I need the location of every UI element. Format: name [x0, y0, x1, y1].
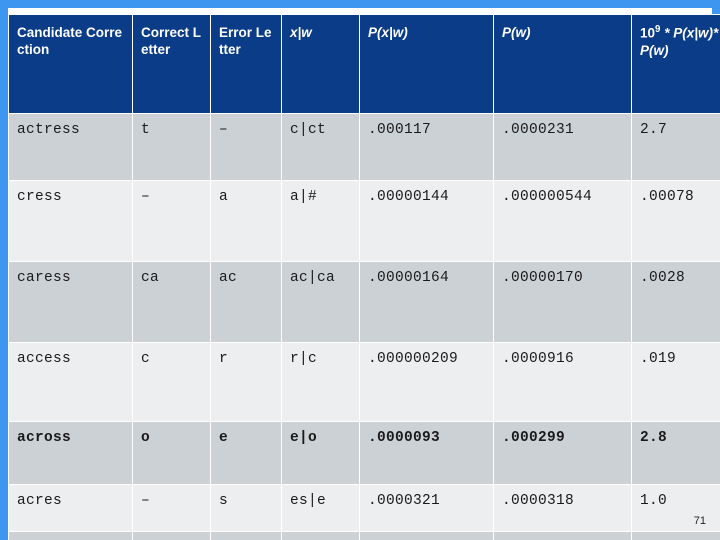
- cell-p-x-given-w: .000000209: [360, 343, 493, 421]
- cell-error-letter: a: [211, 181, 281, 261]
- column-header-p-w: P(w): [494, 15, 631, 113]
- slide: Candidate Correction Correct Letter Erro…: [0, 0, 720, 540]
- cell-scaled-product: .0028: [632, 262, 720, 342]
- cell-p-w: .0000916: [494, 343, 631, 421]
- cell-scaled-product: 2.8: [632, 422, 720, 484]
- cell-candidate: actress: [9, 114, 132, 180]
- cell-candidate: cress: [9, 181, 132, 261]
- cell-p-w: .000299: [494, 422, 631, 484]
- cell-correct-letter: –: [133, 485, 210, 531]
- cell-p-w: .0000318: [494, 485, 631, 531]
- noisy-channel-candidates-table: Candidate Correction Correct Letter Erro…: [8, 14, 720, 540]
- cell-scaled-product: 1.0: [632, 485, 720, 531]
- cell-p-x-given-w: .0000093: [360, 422, 493, 484]
- cell-correct-letter: t: [133, 114, 210, 180]
- table-row: acres – s es|e .0000321.0000318 1.0: [9, 485, 720, 531]
- page-number: 71: [693, 515, 706, 527]
- column-header-error-letter: Error Letter: [211, 15, 281, 113]
- cell-correct-letter: o: [133, 422, 210, 484]
- cell-scaled-product: .019: [632, 343, 720, 421]
- slide-border-left: [0, 0, 8, 540]
- cell-p-x-given-w: .00000144: [360, 181, 493, 261]
- column-header-correct-letter: Correct Letter: [133, 15, 210, 113]
- cell-p-x-given-w: .000117: [360, 114, 493, 180]
- column-header-p-x-given-w: P(x|w): [360, 15, 493, 113]
- cell-candidate: caress: [9, 262, 132, 342]
- cell-candidate: acres: [9, 485, 132, 531]
- cell-correct-letter: –: [133, 181, 210, 261]
- column-header-candidate-correction: Candidate Correction: [9, 15, 132, 113]
- cell-error-letter: –: [211, 114, 281, 180]
- table-row: across o e e|o .0000093.000299 2.8: [9, 422, 720, 484]
- cell-candidate: acres: [9, 532, 132, 540]
- table-header-row: Candidate Correction Correct Letter Erro…: [9, 15, 720, 113]
- cell-p-x-given-w: .0000342: [360, 532, 493, 540]
- cell-x-given-w: a|#: [282, 181, 359, 261]
- cell-correct-letter: ca: [133, 262, 210, 342]
- cell-error-letter: r: [211, 343, 281, 421]
- column-header-scaled-product: 109 * P(x|w)* P(w): [632, 15, 720, 113]
- scaled-base: 10: [640, 25, 656, 41]
- cell-x-given-w: c|ct: [282, 114, 359, 180]
- table-body: actress t – c|ct .000117.0000231 2.7 cress – a a|…: [9, 114, 720, 540]
- table-row: cress – a a|# .00000144.000000544.00078: [9, 181, 720, 261]
- cell-x-given-w: e|o: [282, 422, 359, 484]
- cell-p-x-given-w: .0000321: [360, 485, 493, 531]
- table-row: acres–sss|s.0000342.00003181.0: [9, 532, 720, 540]
- cell-error-letter: e: [211, 422, 281, 484]
- cell-p-x-given-w: .00000164: [360, 262, 493, 342]
- cell-x-given-w: es|e: [282, 485, 359, 531]
- cell-p-w: .0000231: [494, 114, 631, 180]
- cell-candidate: access: [9, 343, 132, 421]
- cell-p-w: .00000170: [494, 262, 631, 342]
- cell-error-letter: ac: [211, 262, 281, 342]
- cell-candidate: across: [9, 422, 132, 484]
- cell-x-given-w: r|c: [282, 343, 359, 421]
- cell-error-letter: s: [211, 485, 281, 531]
- table-row: actress t – c|ct .000117.0000231 2.7: [9, 114, 720, 180]
- cell-correct-letter: –: [133, 532, 210, 540]
- column-header-x-given-w: x|w: [282, 15, 359, 113]
- cell-x-given-w: ac|ca: [282, 262, 359, 342]
- slide-border-top: [0, 0, 720, 8]
- cell-error-letter: s: [211, 532, 281, 540]
- table-row: access c r r|c .000000209.0000916.019: [9, 343, 720, 421]
- cell-x-given-w: ss|s: [282, 532, 359, 540]
- cell-correct-letter: c: [133, 343, 210, 421]
- cell-scaled-product: 2.7: [632, 114, 720, 180]
- cell-p-w: .0000318: [494, 532, 631, 540]
- cell-p-w: .000000544: [494, 181, 631, 261]
- cell-scaled-product: .00078: [632, 181, 720, 261]
- table-row: caress ca ac ac|ca .00000164.00000170.0028: [9, 262, 720, 342]
- scaled-exponent: 9: [655, 24, 661, 35]
- cell-scaled-product: 1.0: [632, 532, 720, 540]
